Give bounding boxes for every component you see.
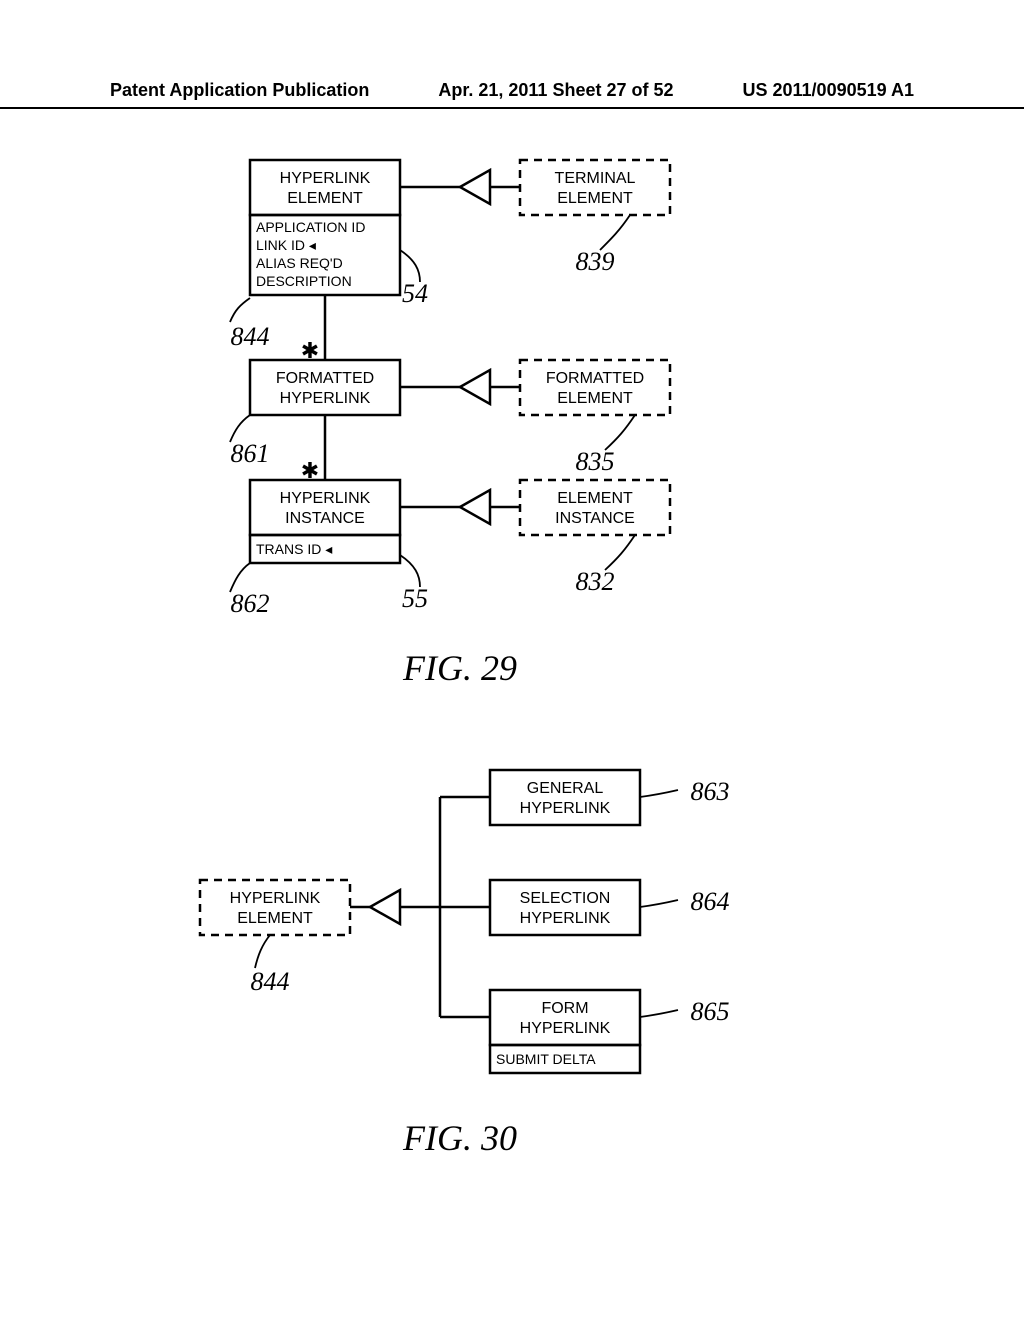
box-selection-hyperlink: SELECTION HYPERLINK	[490, 880, 640, 935]
fig30-caption: FIG. 30	[402, 1118, 517, 1158]
attr-submit-delta: SUBMIT DELTA	[496, 1051, 596, 1067]
box-hyperlink-element: HYPERLINK ELEMENT APPLICATION ID LINK ID…	[250, 160, 400, 295]
attr-link-id: LINK ID ◂	[256, 237, 316, 253]
formatted-element-l2: ELEMENT	[557, 390, 633, 407]
attr-trans-id: TRANS ID ◂	[256, 541, 332, 557]
ref-864: 864	[691, 887, 730, 916]
box-formatted-element: FORMATTED ELEMENT	[520, 360, 670, 415]
selection-hyperlink-l2: HYPERLINK	[520, 910, 611, 927]
box-hyperlink-element-2: HYPERLINK ELEMENT	[200, 880, 350, 935]
selection-hyperlink-l1: SELECTION	[520, 890, 611, 907]
ref-862: 862	[231, 589, 270, 618]
ref-55: 55	[402, 584, 428, 613]
box-general-hyperlink: GENERAL HYPERLINK	[490, 770, 640, 825]
attr-alias: ALIAS REQ'D	[256, 255, 343, 271]
ref-835: 835	[576, 447, 615, 476]
formatted-hyperlink-l1: FORMATTED	[276, 370, 374, 387]
formatted-element-l1: FORMATTED	[546, 370, 644, 387]
form-hyperlink-l2: HYPERLINK	[520, 1020, 611, 1037]
terminal-element-l2: ELEMENT	[557, 190, 633, 207]
general-hyperlink-l1: GENERAL	[527, 780, 604, 797]
hyperlink-instance-l1: HYPERLINK	[280, 490, 371, 507]
ref-839: 839	[576, 247, 615, 276]
ref-865: 865	[691, 997, 730, 1026]
attr-app-id: APPLICATION ID	[256, 219, 365, 235]
ref-54: 54	[402, 279, 428, 308]
terminal-element-l1: TERMINAL	[555, 170, 636, 187]
attr-desc: DESCRIPTION	[256, 273, 352, 289]
fig29-caption: FIG. 29	[402, 648, 517, 688]
element-instance-l1: ELEMENT	[557, 490, 633, 507]
ref-861: 861	[231, 439, 270, 468]
hyperlink-element-l1: HYPERLINK	[280, 170, 371, 187]
box-element-instance: ELEMENT INSTANCE	[520, 480, 670, 535]
hyperlink-element-l2: ELEMENT	[287, 190, 363, 207]
ref-832: 832	[576, 567, 615, 596]
element-instance-l2: INSTANCE	[555, 510, 635, 527]
form-hyperlink-l1: FORM	[541, 1000, 588, 1017]
ref-863: 863	[691, 777, 730, 806]
figures-svg: HYPERLINK ELEMENT APPLICATION ID LINK ID…	[0, 0, 1024, 1320]
ref-844: 844	[231, 322, 270, 351]
box-terminal-element: TERMINAL ELEMENT	[520, 160, 670, 215]
box-form-hyperlink: FORM HYPERLINK SUBMIT DELTA	[490, 990, 640, 1073]
formatted-hyperlink-l2: HYPERLINK	[280, 390, 371, 407]
hyperlink-element2-l1: HYPERLINK	[230, 890, 321, 907]
box-hyperlink-instance: HYPERLINK INSTANCE TRANS ID ◂	[250, 480, 400, 563]
general-hyperlink-l2: HYPERLINK	[520, 800, 611, 817]
hyperlink-element2-l2: ELEMENT	[237, 910, 313, 927]
ref-844-b: 844	[251, 967, 290, 996]
hyperlink-instance-l2: INSTANCE	[285, 510, 365, 527]
box-formatted-hyperlink: FORMATTED HYPERLINK	[250, 360, 400, 415]
